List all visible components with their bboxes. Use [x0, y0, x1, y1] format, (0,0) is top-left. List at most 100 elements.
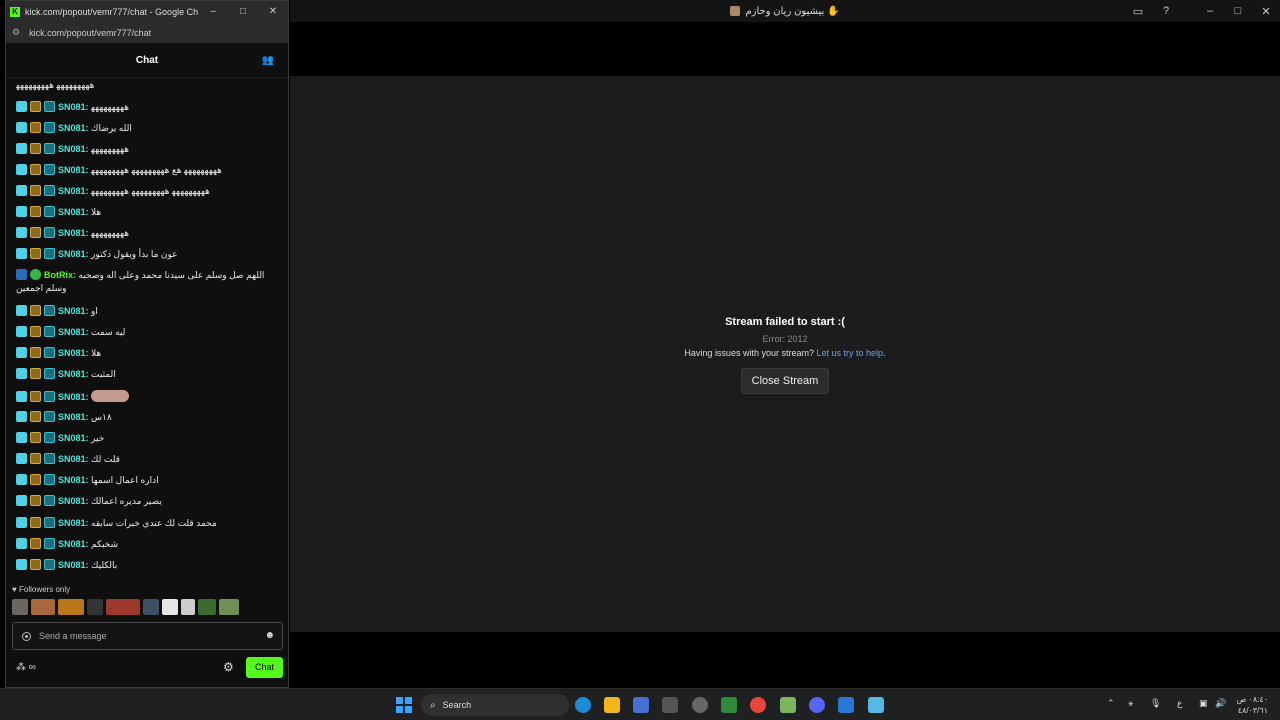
chat-username[interactable]: SN081:: [58, 102, 89, 112]
tray-chevron-icon[interactable]: ⌃: [1107, 698, 1115, 709]
chat-title: Chat: [135, 55, 159, 66]
message-text: يصير مديره اعمالك: [91, 496, 162, 506]
taskbar-search[interactable]: ⌕ Search: [421, 694, 569, 716]
chat-username[interactable]: SN081:: [58, 412, 89, 422]
microphone-icon[interactable]: 🎙: [1150, 698, 1161, 709]
chat-username[interactable]: SN081:: [58, 228, 89, 238]
chat-message: SN081: اداره اعمال اسمها: [16, 474, 281, 487]
network-icon[interactable]: ⚹: [1128, 698, 1133, 709]
message-text: ﻫﻬﻬﻬﻬﻬﻬﻬﻬ: [91, 228, 129, 238]
crown-badge-icon: [30, 474, 41, 485]
vip-badge-icon: [16, 495, 27, 506]
help-question: Having issues with your stream?: [684, 348, 814, 358]
bottom-panel: [290, 632, 1280, 688]
app-icon[interactable]: [721, 697, 737, 713]
start-icon[interactable]: [396, 697, 412, 713]
channel-points[interactable]: ⁂ ∞: [16, 662, 36, 673]
chat-username[interactable]: SN081:: [58, 348, 89, 358]
chat-username[interactable]: SN081:: [58, 123, 89, 133]
help-icon[interactable]: ?: [1152, 5, 1180, 17]
app-icon[interactable]: [868, 697, 884, 713]
chat-username[interactable]: BotRix:: [44, 270, 76, 280]
close-icon[interactable]: ✕: [1252, 5, 1280, 18]
subscriber-badge-icon: [44, 122, 55, 133]
volume-icon[interactable]: 🔊: [1215, 698, 1226, 709]
emote-item[interactable]: [106, 599, 140, 615]
chat-username[interactable]: SN081:: [58, 433, 89, 443]
message-text: الله يرضاك: [91, 123, 132, 133]
vip-badge-icon: [16, 517, 27, 528]
app-icon[interactable]: [692, 697, 708, 713]
chat-username[interactable]: SN081:: [58, 186, 89, 196]
app-icon[interactable]: [780, 697, 796, 713]
emote-item[interactable]: [87, 599, 103, 615]
popup-minimize-icon[interactable]: –: [198, 6, 228, 17]
chat-username[interactable]: SN081:: [58, 369, 89, 379]
edge-icon[interactable]: [575, 697, 591, 713]
vip-badge-icon: [16, 122, 27, 133]
subscriber-badge-icon: [44, 411, 55, 422]
emote-item[interactable]: [58, 599, 84, 615]
chat-username[interactable]: SN081:: [58, 207, 89, 217]
chat-message: SN081: بالكليك: [16, 559, 281, 572]
popup-close-icon[interactable]: ✕: [258, 6, 288, 17]
emoji-icon[interactable]: ☻: [264, 630, 275, 641]
reply-icon[interactable]: [22, 631, 31, 641]
chat-message: SN081: ﻫﻬﻬﻬﻬﻬﻬﻬﻬ: [16, 101, 281, 114]
chat-message: SN081: ﻫﻬﻬﻬﻬﻬﻬﻬﻬ ﻫﻬﻬﻬﻬﻬﻬﻬﻬ ﻫﻬﻬﻬﻬﻬﻬﻬﻬ: [16, 185, 281, 198]
language-indicator[interactable]: ع: [1177, 698, 1182, 709]
message-text: شخبكم: [91, 539, 119, 549]
chat-message: SN081: شخبكم: [16, 538, 281, 551]
send-chat-button[interactable]: Chat: [246, 657, 283, 678]
chat-username[interactable]: SN081:: [58, 392, 89, 402]
emote-item[interactable]: [162, 599, 178, 615]
site-info-icon[interactable]: ⚙: [12, 27, 20, 38]
chat-username[interactable]: SN081:: [58, 144, 89, 154]
vip-badge-icon: [16, 185, 27, 196]
file-explorer-icon[interactable]: [604, 697, 620, 713]
emote-item[interactable]: [181, 599, 195, 615]
crown-badge-icon: [30, 495, 41, 506]
vip-badge-icon: [16, 248, 27, 259]
help-link[interactable]: Let us try to help: [817, 348, 884, 358]
app-icon[interactable]: [838, 697, 854, 713]
emote-item[interactable]: [198, 599, 216, 615]
stream-preview: Stream failed to start :( Error: 2012 Ha…: [290, 76, 1280, 632]
chat-username[interactable]: SN081:: [58, 560, 89, 570]
popup-maximize-icon[interactable]: □: [228, 6, 258, 17]
message-text: ليه سمت: [91, 327, 126, 337]
display-icon[interactable]: ▣: [1199, 698, 1208, 709]
app-icon[interactable]: [662, 697, 678, 713]
chat-message: SN081: او: [16, 305, 281, 318]
gear-icon[interactable]: ⚙: [223, 660, 234, 674]
chat-username[interactable]: SN081:: [58, 249, 89, 259]
help-text: Having issues with your stream? Let us t…: [290, 348, 1280, 358]
crown-badge-icon: [30, 559, 41, 570]
chat-username[interactable]: SN081:: [58, 165, 89, 175]
clock[interactable]: ٠٨:٤٠ ص ٤٨/٠٣/٦١: [1237, 694, 1268, 716]
emote-item[interactable]: [219, 599, 239, 615]
url-bar[interactable]: ⚙ kick.com/popout/vemr777/chat: [6, 22, 288, 44]
chat-message: SN081: المثبت: [16, 368, 281, 381]
maximize-icon[interactable]: □: [1224, 5, 1252, 17]
emote-item[interactable]: [31, 599, 55, 615]
store-icon[interactable]: [633, 697, 649, 713]
message-text: عون ما بدأ ويقول دكتور: [91, 249, 178, 259]
chat-username[interactable]: SN081:: [58, 496, 89, 506]
minimize-icon[interactable]: –: [1196, 5, 1224, 17]
users-icon[interactable]: 👥: [262, 55, 274, 66]
chat-username[interactable]: SN081:: [58, 518, 89, 528]
discord-icon[interactable]: [809, 697, 825, 713]
chat-username[interactable]: SN081:: [58, 306, 89, 316]
subscriber-badge-icon: [44, 391, 55, 402]
emote-item[interactable]: [12, 599, 28, 615]
chat-username[interactable]: SN081:: [58, 454, 89, 464]
chat-username[interactable]: SN081:: [58, 327, 89, 337]
chat-username[interactable]: SN081:: [58, 475, 89, 485]
close-stream-button[interactable]: Close Stream: [740, 368, 830, 394]
chrome-icon[interactable]: [750, 697, 766, 713]
inbox-icon[interactable]: ▭: [1124, 5, 1152, 18]
message-input[interactable]: Send a message ☻: [12, 622, 283, 650]
chat-username[interactable]: SN081:: [58, 539, 89, 549]
emote-item[interactable]: [143, 599, 159, 615]
